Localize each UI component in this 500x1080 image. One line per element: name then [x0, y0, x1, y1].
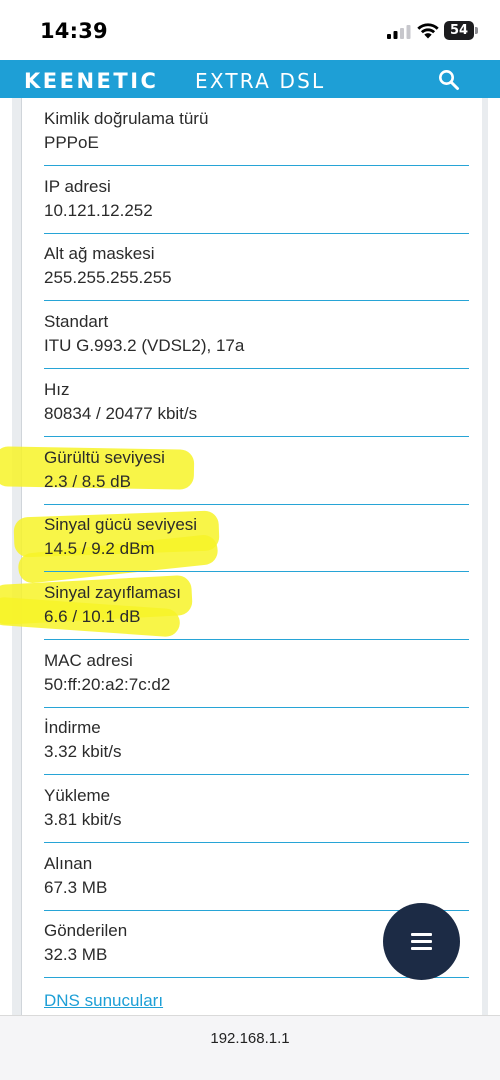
field-label: Gönderilen: [44, 921, 128, 941]
field-value: 50:ff:20:a2:7c:d2: [44, 674, 171, 694]
field-label: IP adresi: [44, 176, 111, 196]
browser-address-bar[interactable]: [0, 1015, 500, 1080]
field-value: 80834 / 20477 kbit/s: [44, 403, 198, 423]
info-field: IP adresi 10.121.12.252: [44, 166, 469, 234]
address-url[interactable]: 192.168.1.1: [0, 1030, 500, 1047]
field-label: Sinyal gücü seviyesi: [44, 515, 198, 535]
field-value: 6.6 / 10.1 dB: [44, 606, 141, 626]
info-field: İndirme 3.32 kbit/s: [44, 707, 469, 776]
cellular-signal-icon: [387, 25, 411, 39]
field-label: Hız: [44, 379, 70, 399]
battery-icon: 54: [444, 21, 478, 40]
menu-button[interactable]: [383, 903, 460, 980]
info-field: Alınan 67.3 MB: [44, 843, 469, 911]
field-value: 3.32 kbit/s: [44, 742, 122, 762]
field-value: 3.81 kbit/s: [44, 810, 122, 829]
info-field: MAC adresi 50:ff:20:a2:7c:d2: [44, 640, 469, 708]
menu-icon: [411, 933, 432, 936]
info-field: Gürültü seviyesi 2.3 / 8.5 dB: [44, 437, 469, 505]
info-field: Hız 80834 / 20477 kbit/s: [44, 369, 469, 437]
battery-level: 54: [444, 21, 474, 40]
field-label: İndirme: [44, 718, 101, 738]
brand-logo[interactable]: KEENETIC: [24, 69, 158, 93]
field-label: Alt ağ maskesi: [44, 244, 155, 264]
info-field: Alt ağ maskesi 255.255.255.255: [44, 233, 469, 302]
connection-details: Kimlik doğrulama türü PPPoE IP adresi 10.12…: [0, 98, 500, 1015]
status-bar: 14:39 54: [0, 0, 500, 60]
card-left-edge: [12, 98, 22, 1015]
field-value: 2.3 / 8.5 dB: [44, 471, 131, 491]
field-value: 32.3 MB: [44, 945, 108, 965]
field-label: Yükleme: [44, 786, 111, 805]
field-value: 255.255.255.255: [44, 268, 172, 288]
device-model: EXTRA DSL: [195, 69, 326, 93]
search-icon[interactable]: [437, 68, 461, 92]
field-value: 10.121.12.252: [44, 200, 153, 220]
dns-servers-link[interactable]: DNS sunucuları: [44, 991, 163, 1011]
status-time: 14:39: [40, 19, 108, 43]
info-field: Kimlik doğrulama türü PPPoE: [44, 98, 469, 166]
info-field: Yükleme 3.81 kbit/s: [44, 775, 469, 843]
field-label: Sinyal zayıflaması: [44, 582, 181, 602]
field-value: ITU G.993.2 (VDSL2), 17a: [44, 336, 245, 356]
field-label: Standart: [44, 312, 109, 332]
field-label: Gürültü seviyesi: [44, 447, 165, 467]
card-right-edge: [482, 98, 488, 1015]
field-value: PPPoE: [44, 133, 99, 152]
field-label: Kimlik doğrulama türü: [44, 109, 209, 128]
info-field: Standart ITU G.993.2 (VDSL2), 17a: [44, 301, 469, 370]
info-field: Sinyal gücü seviyesi 14.5 / 9.2 dBm: [44, 504, 469, 573]
wifi-icon: [417, 23, 439, 39]
app-header: KEENETIC EXTRA DSL: [0, 60, 500, 98]
info-field: Sinyal zayıflaması 6.6 / 10.1 dB: [44, 572, 469, 640]
field-value: 14.5 / 9.2 dBm: [44, 539, 155, 559]
field-label: Alınan: [44, 853, 93, 873]
field-label: MAC adresi: [44, 650, 133, 670]
field-value: 67.3 MB: [44, 877, 108, 897]
